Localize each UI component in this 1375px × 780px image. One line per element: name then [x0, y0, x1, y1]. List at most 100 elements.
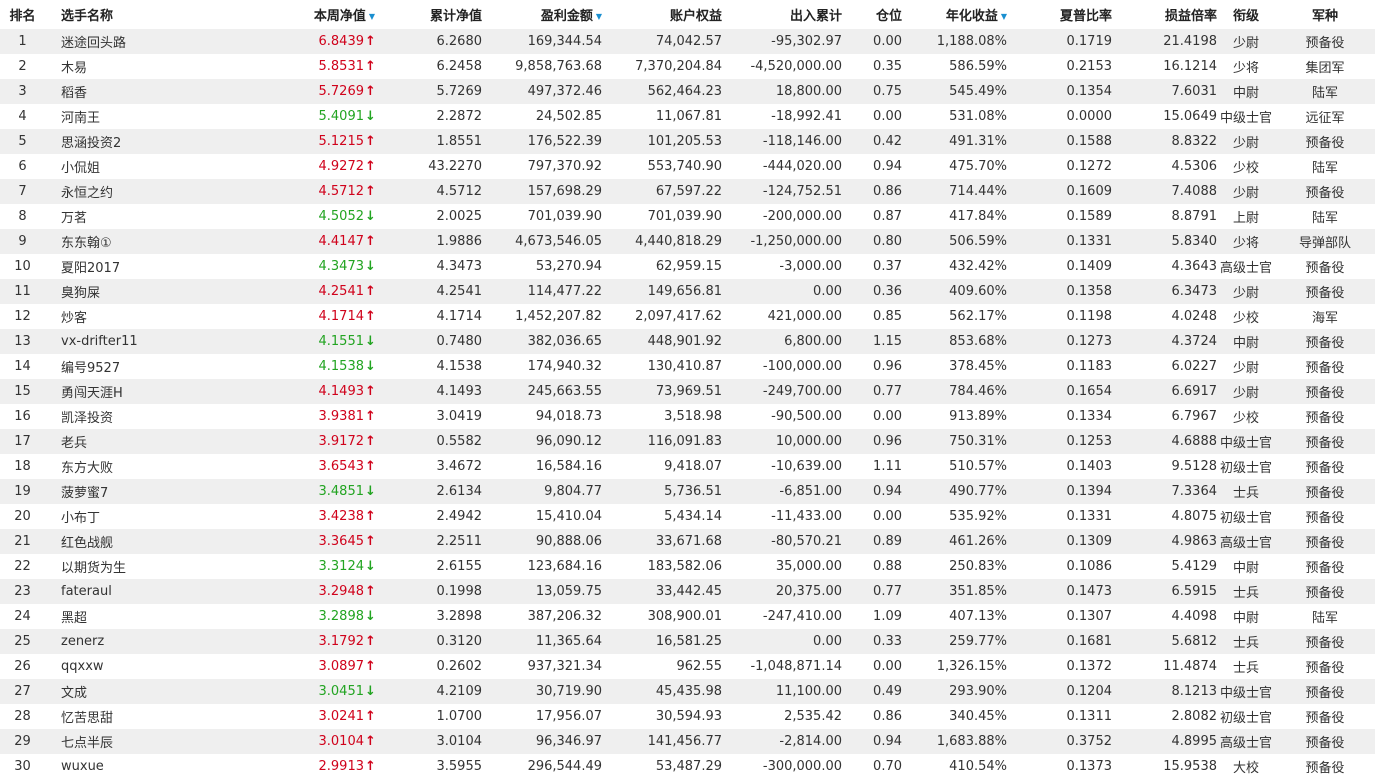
player-name-link[interactable]: 迷途回头路 [45, 29, 225, 54]
table-row[interactable]: 21 红色战舰 3.3645↑ 2.2511 90,888.06 33,671.… [0, 529, 1375, 554]
player-name-link[interactable]: 小侃姐 [45, 154, 225, 179]
col-cumulative-nav[interactable]: 累计净值 [377, 0, 482, 29]
weekly-nav-cell: 4.1493↑ [225, 379, 377, 404]
player-name-link[interactable]: 臭狗屎 [45, 279, 225, 304]
table-row[interactable]: 18 东方大败 3.6543↑ 3.4672 16,584.16 9,418.0… [0, 454, 1375, 479]
branch-cell: 预备役 [1305, 36, 1345, 51]
player-name-link[interactable]: 凯泽投资 [45, 404, 225, 429]
player-name-link[interactable]: 忆苦思甜 [45, 704, 225, 729]
table-row[interactable]: 22 以期货为生 3.3124↓ 2.6155 123,684.16 183,5… [0, 554, 1375, 579]
col-player-name[interactable]: 选手名称 [45, 0, 225, 29]
player-name-link[interactable]: 黑超 [45, 604, 225, 629]
col-net-flow[interactable]: 出入累计 [722, 0, 842, 29]
rank-cell: 29 [14, 734, 31, 749]
player-name-link[interactable]: 河南王 [45, 104, 225, 129]
player-name-link[interactable]: 东东翰① [45, 229, 225, 254]
player-name-link[interactable]: 老兵 [45, 429, 225, 454]
player-name-link[interactable]: 永恒之约 [45, 179, 225, 204]
sort-desc-icon[interactable]: ▼ [596, 12, 602, 21]
weekly-nav-value: 3.1792 [318, 634, 365, 649]
table-row[interactable]: 23 fateraul 3.2948↑ 0.1998 13,059.75 33,… [0, 579, 1375, 604]
table-row[interactable]: 5 思涵投资2 5.1215↑ 1.8551 176,522.39 101,20… [0, 129, 1375, 154]
table-row[interactable]: 25 zenerz 3.1792↑ 0.3120 11,365.64 16,58… [0, 629, 1375, 654]
table-row[interactable]: 19 菠萝蜜7 3.4851↓ 2.6134 9,804.77 5,736.51… [0, 479, 1375, 504]
rank-title-cell: 士兵 [1232, 586, 1259, 601]
table-body: 1 迷途回头路 6.8439↑ 6.2680 169,344.54 74,042… [0, 29, 1375, 779]
player-name-link[interactable]: fateraul [45, 579, 225, 604]
table-row[interactable]: 28 忆苦思甜 3.0241↑ 1.0700 17,956.07 30,594.… [0, 704, 1375, 729]
table-row[interactable]: 14 编号9527 4.1538↓ 4.1538 174,940.32 130,… [0, 354, 1375, 379]
player-name-link[interactable]: 夏阳2017 [45, 254, 225, 279]
position-cell: 0.94 [873, 734, 902, 749]
table-row[interactable]: 29 七点半辰 3.0104↑ 3.0104 96,346.97 141,456… [0, 729, 1375, 754]
sort-desc-icon[interactable]: ▼ [1001, 12, 1007, 21]
table-row[interactable]: 30 wuxue 2.9913↑ 3.5955 296,544.49 53,48… [0, 754, 1375, 779]
branch-cell: 预备役 [1305, 286, 1345, 301]
player-name-link[interactable]: 编号9527 [45, 354, 225, 379]
branch-cell: 预备役 [1305, 486, 1345, 501]
col-position[interactable]: 仓位 [842, 0, 902, 29]
table-row[interactable]: 15 勇闯天涯H 4.1493↑ 4.1493 245,663.55 73,96… [0, 379, 1375, 404]
player-name-link[interactable]: 稻香 [45, 79, 225, 104]
player-name-link[interactable]: 小布丁 [45, 504, 225, 529]
player-name-link[interactable]: 思涵投资2 [45, 129, 225, 154]
cumulative-nav-cell: 3.5955 [436, 759, 483, 774]
player-name-link[interactable]: 东方大败 [45, 454, 225, 479]
table-row[interactable]: 20 小布丁 3.4238↑ 2.4942 15,410.04 5,434.14… [0, 504, 1375, 529]
table-row[interactable]: 11 臭狗屎 4.2541↑ 4.2541 114,477.22 149,656… [0, 279, 1375, 304]
sort-desc-icon[interactable]: ▼ [369, 12, 375, 21]
player-name-link[interactable]: 木易 [45, 54, 225, 79]
player-name-link[interactable]: 以期货为生 [45, 554, 225, 579]
position-cell: 0.77 [873, 384, 902, 399]
profit-cell: 174,940.32 [527, 359, 602, 374]
player-name-link[interactable]: 文成 [45, 679, 225, 704]
player-name-link[interactable]: wuxue [45, 754, 225, 779]
player-name-link[interactable]: zenerz [45, 629, 225, 654]
col-branch[interactable]: 军种 [1275, 0, 1375, 29]
table-row[interactable]: 1 迷途回头路 6.8439↑ 6.2680 169,344.54 74,042… [0, 29, 1375, 54]
table-row[interactable]: 4 河南王 5.4091↓ 2.2872 24,502.85 11,067.81… [0, 104, 1375, 129]
table-row[interactable]: 17 老兵 3.9172↑ 0.5582 96,090.12 116,091.8… [0, 429, 1375, 454]
col-pl-ratio[interactable]: 损益倍率 [1112, 0, 1217, 29]
player-name-link[interactable]: 七点半辰 [45, 729, 225, 754]
table-row[interactable]: 16 凯泽投资 3.9381↑ 3.0419 94,018.73 3,518.9… [0, 404, 1375, 429]
col-rank[interactable]: 排名 [0, 0, 45, 29]
table-row[interactable]: 13 vx-drifter11 4.1551↓ 0.7480 382,036.6… [0, 329, 1375, 354]
table-row[interactable]: 2 木易 5.8531↑ 6.2458 9,858,763.68 7,370,2… [0, 54, 1375, 79]
col-rank-title[interactable]: 衔级 [1217, 0, 1275, 29]
col-weekly-nav[interactable]: 本周净值 ▼ [225, 0, 377, 29]
player-name-link[interactable]: 炒客 [45, 304, 225, 329]
player-name-link[interactable]: vx-drifter11 [45, 329, 225, 354]
table-row[interactable]: 8 万茗 4.5052↓ 2.0025 701,039.90 701,039.9… [0, 204, 1375, 229]
col-equity[interactable]: 账户权益 [602, 0, 722, 29]
table-row[interactable]: 7 永恒之约 4.5712↑ 4.5712 157,698.29 67,597.… [0, 179, 1375, 204]
player-name-link[interactable]: 红色战舰 [45, 529, 225, 554]
profit-cell: 497,372.46 [527, 84, 602, 99]
pl-ratio-cell: 2.8082 [1171, 709, 1218, 724]
profit-cell: 9,804.77 [544, 484, 602, 499]
player-name-link[interactable]: 菠萝蜜7 [45, 479, 225, 504]
rank-title-cell: 高级士官 [1219, 261, 1272, 276]
cumulative-nav-cell: 1.9886 [436, 234, 483, 249]
player-name-link[interactable]: 万茗 [45, 204, 225, 229]
table-row[interactable]: 24 黑超 3.2898↓ 3.2898 387,206.32 308,900.… [0, 604, 1375, 629]
weekly-nav-cell: 3.0241↑ [225, 704, 377, 729]
col-profit[interactable]: 盈利金额 ▼ [482, 0, 602, 29]
sharpe-cell: 0.1309 [1066, 534, 1113, 549]
rank-cell: 30 [14, 759, 31, 774]
table-row[interactable]: 3 稻香 5.7269↑ 5.7269 497,372.46 562,464.2… [0, 79, 1375, 104]
table-row[interactable]: 10 夏阳2017 4.3473↓ 4.3473 53,270.94 62,95… [0, 254, 1375, 279]
table-row[interactable]: 12 炒客 4.1714↑ 4.1714 1,452,207.82 2,097,… [0, 304, 1375, 329]
player-name-link[interactable]: 勇闯天涯H [45, 379, 225, 404]
table-row[interactable]: 9 东东翰① 4.4147↑ 1.9886 4,673,546.05 4,440… [0, 229, 1375, 254]
weekly-nav-cell: 3.9172↑ [225, 429, 377, 454]
trend-arrow-icon: ↑ [365, 84, 376, 99]
col-annual-return[interactable]: 年化收益 ▼ [902, 0, 1007, 29]
player-name-link[interactable]: qqxxw [45, 654, 225, 679]
table-row[interactable]: 26 qqxxw 3.0897↑ 0.2602 937,321.34 962.5… [0, 654, 1375, 679]
weekly-nav-value: 3.0451 [318, 684, 365, 699]
table-row[interactable]: 27 文成 3.0451↓ 4.2109 30,719.90 45,435.98… [0, 679, 1375, 704]
net-flow-cell: 2,535.42 [784, 709, 842, 724]
table-row[interactable]: 6 小侃姐 4.9272↑ 43.2270 797,370.92 553,740… [0, 154, 1375, 179]
col-sharpe[interactable]: 夏普比率 [1007, 0, 1112, 29]
